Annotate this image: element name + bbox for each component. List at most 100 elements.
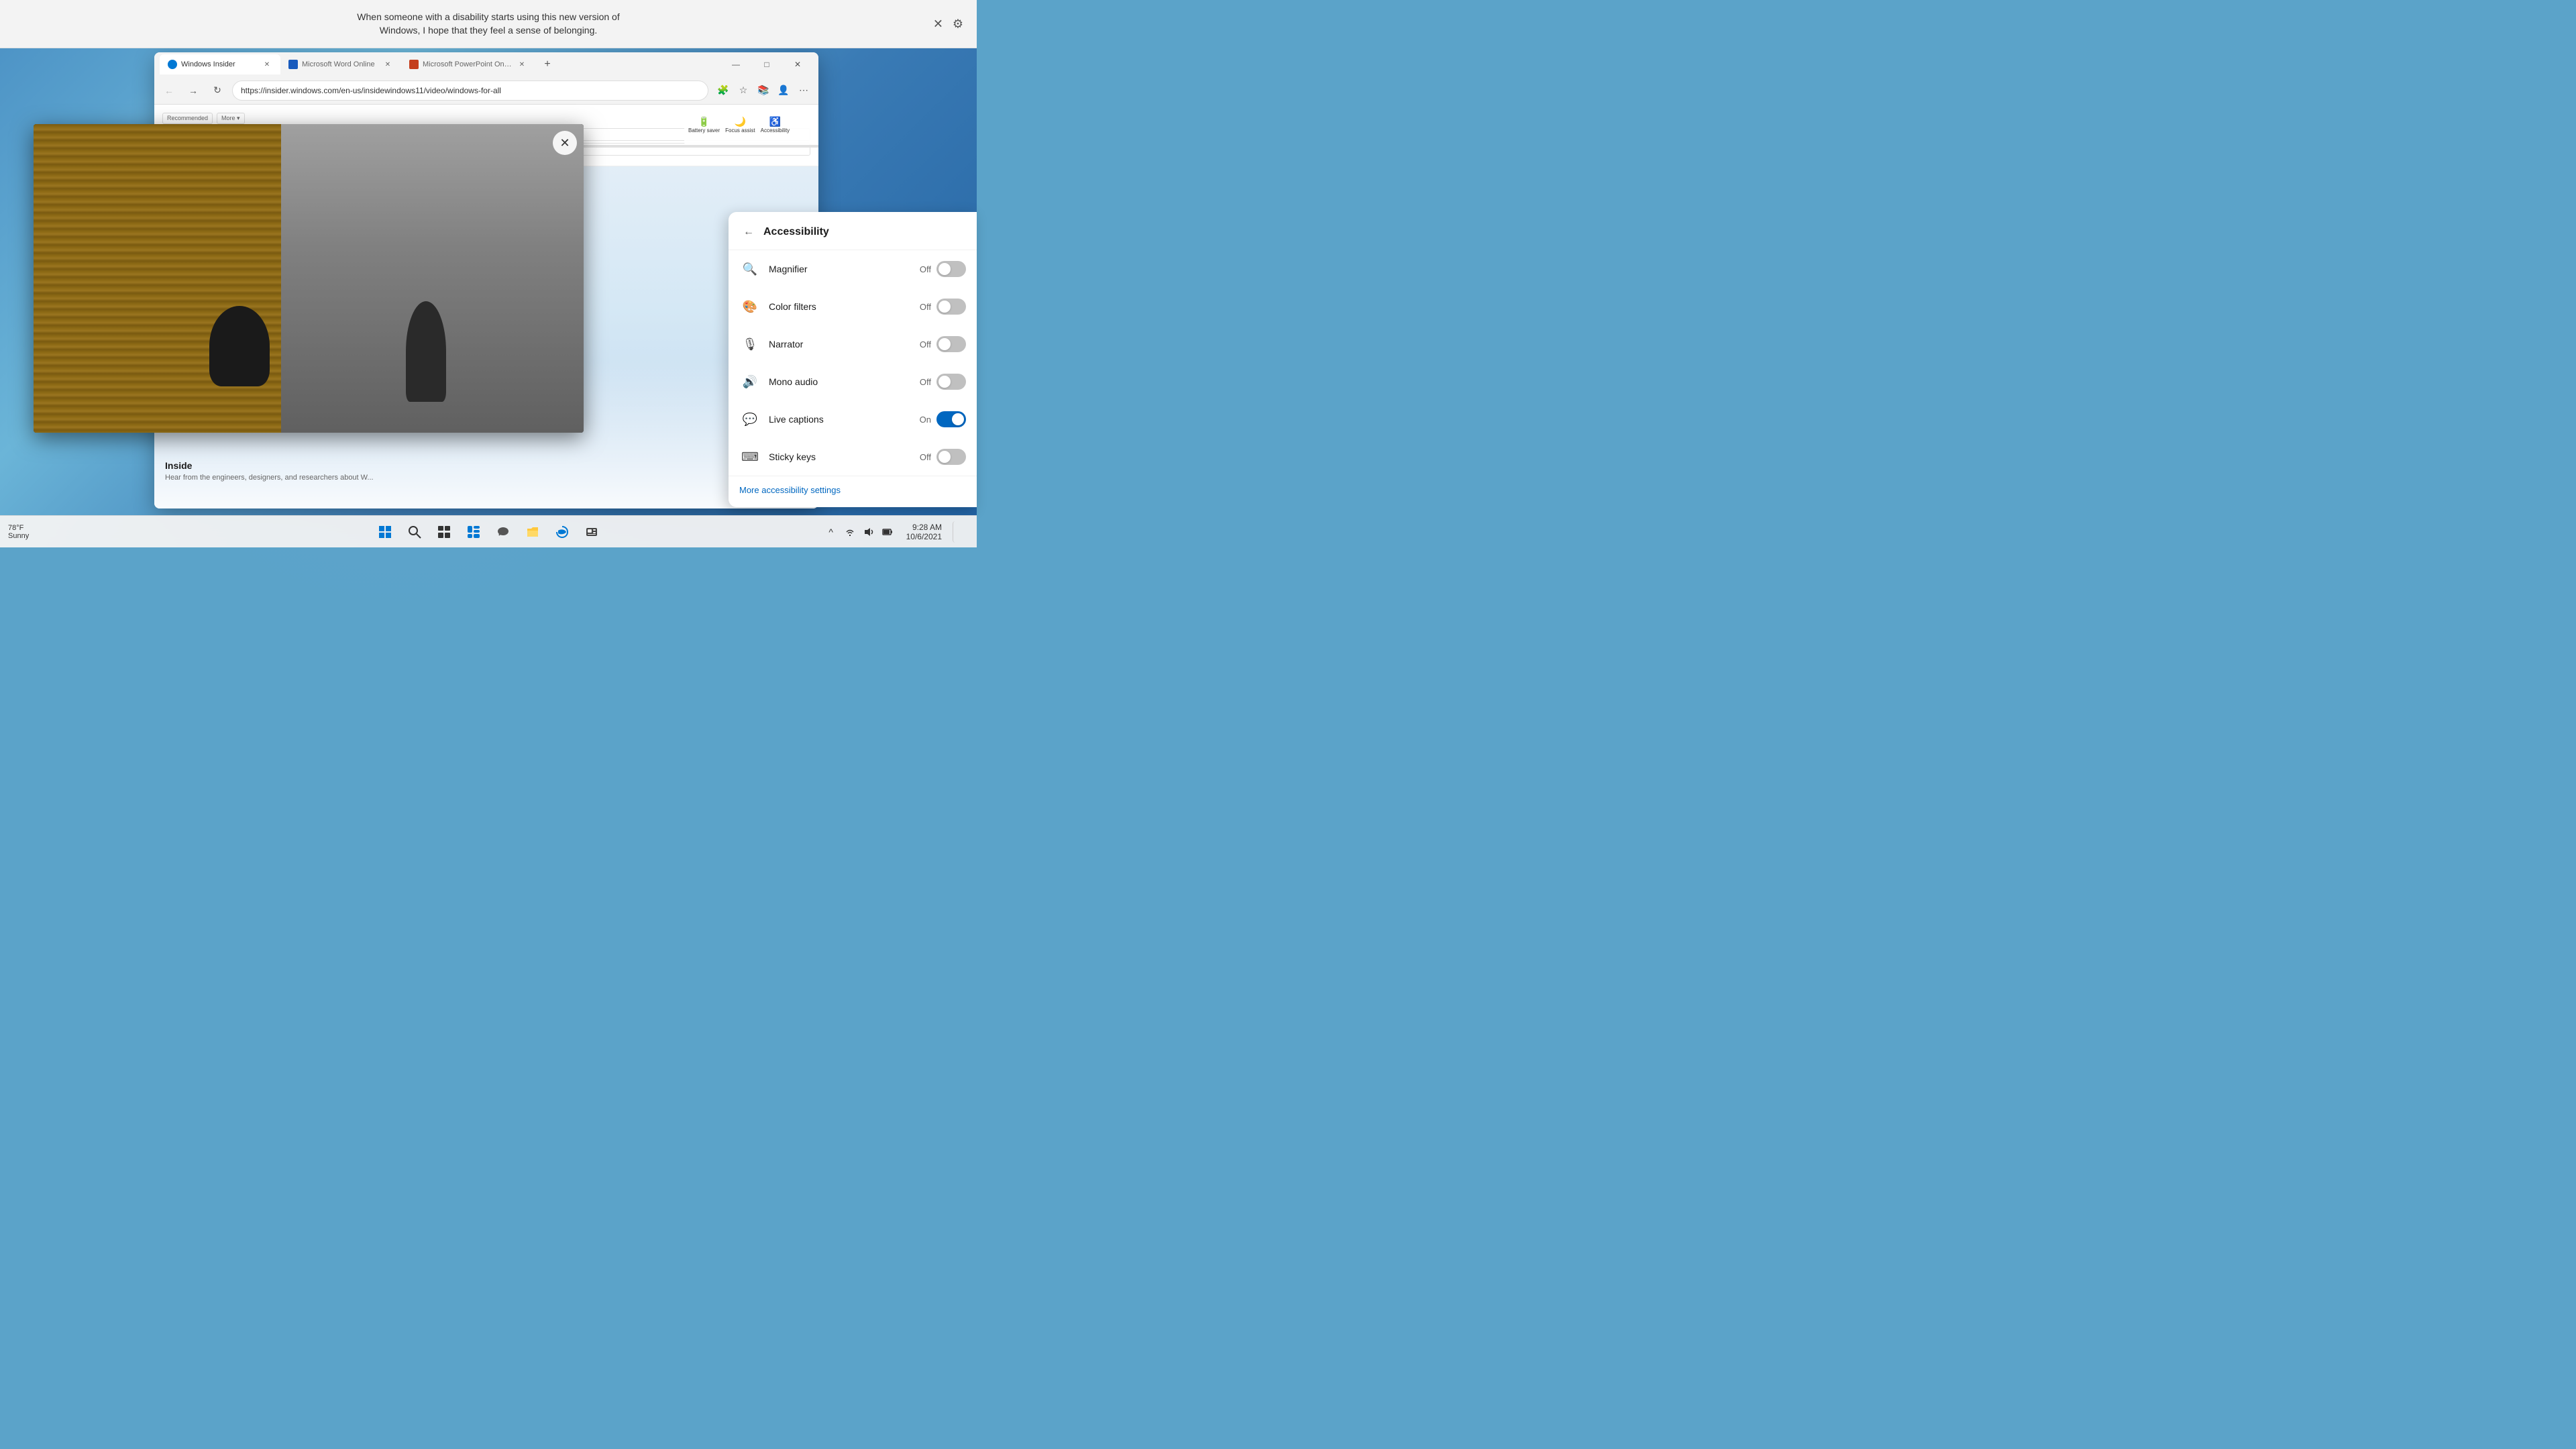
tray-expand-button[interactable]: ^ <box>823 524 839 540</box>
new-tab-button[interactable]: + <box>538 55 557 74</box>
browser-action-buttons: 🧩 ☆ 📚 👤 ⋯ <box>714 81 813 100</box>
tab-word[interactable]: Microsoft Word Online ✕ <box>280 54 401 74</box>
battery-icon[interactable] <box>879 524 896 540</box>
maximize-button[interactable]: □ <box>751 52 782 76</box>
window-close-button[interactable]: ✕ <box>782 52 813 76</box>
clock-display[interactable]: 9:28 AM 10/6/2021 <box>901 520 947 544</box>
search-button[interactable] <box>401 519 428 545</box>
narrator-toggle[interactable] <box>936 336 966 352</box>
mono-audio-status: Off <box>920 377 931 387</box>
clock-time: 9:28 AM <box>906 523 942 532</box>
notification-bar: When someone with a disability starts us… <box>0 0 977 48</box>
panel-item-color-filters[interactable]: 🎨 Color filters Off <box>729 288 977 325</box>
news-button[interactable] <box>578 519 605 545</box>
quick-settings-panel: ← Accessibility 🔍 Magnifier Off 🎨 Color … <box>729 212 977 507</box>
sticky-keys-toggle-thumb <box>938 451 951 463</box>
tab-label-word: Microsoft Word Online <box>302 60 378 68</box>
person-wheelchair-silhouette <box>209 306 270 386</box>
file-explorer-button[interactable] <box>519 519 546 545</box>
notification-close-button[interactable]: ✕ <box>933 17 943 31</box>
tab-close-insider[interactable]: ✕ <box>262 59 272 70</box>
weather-info[interactable]: 78°F Sunny <box>8 524 29 540</box>
file-explorer-icon <box>526 525 539 539</box>
tab-favicon-insider <box>168 60 177 69</box>
panel-item-mono-audio[interactable]: 🔊 Mono audio Off <box>729 363 977 400</box>
tab-label-insider: Windows Insider <box>181 60 258 68</box>
tab-close-ppt[interactable]: ✕ <box>517 59 527 70</box>
widgets-button[interactable] <box>460 519 487 545</box>
menu-button[interactable]: ⋯ <box>794 81 813 100</box>
show-desktop-button[interactable] <box>953 521 969 543</box>
tab-ppt[interactable]: Microsoft PowerPoint Online ✕ <box>401 54 535 74</box>
start-button[interactable] <box>372 519 398 545</box>
search-taskbar-icon <box>408 525 421 539</box>
tab-favicon-ppt <box>409 60 419 69</box>
panel-item-magnifier[interactable]: 🔍 Magnifier Off <box>729 250 977 288</box>
widgets-icon <box>467 525 480 539</box>
task-view-icon <box>437 525 451 539</box>
magnifier-label: Magnifier <box>769 264 920 274</box>
live-captions-toggle-thumb <box>952 413 964 425</box>
video-wood-wall <box>34 124 281 433</box>
refresh-button[interactable]: ↻ <box>208 81 227 100</box>
live-captions-status: On <box>920 415 931 425</box>
edge-browser-button[interactable] <box>549 519 576 545</box>
extensions-button[interactable]: 🧩 <box>714 81 733 100</box>
chat-icon <box>496 525 510 539</box>
minimize-button[interactable]: — <box>720 52 751 76</box>
notification-settings-icon[interactable]: ⚙ <box>953 17 963 31</box>
color-filters-toggle-thumb <box>938 301 951 313</box>
network-icon[interactable] <box>842 524 858 540</box>
panel-title: Accessibility <box>763 226 829 238</box>
magnifier-toggle[interactable] <box>936 261 966 277</box>
narrator-icon: 🎙 <box>739 333 761 355</box>
back-button[interactable]: ← <box>160 81 178 100</box>
volume-icon[interactable] <box>861 524 877 540</box>
mono-audio-toggle[interactable] <box>936 374 966 390</box>
profile-button[interactable]: 👤 <box>774 81 793 100</box>
color-filters-status: Off <box>920 302 931 312</box>
live-captions-toggle[interactable] <box>936 411 966 427</box>
taskbar-left: 78°F Sunny <box>0 524 42 540</box>
chat-button[interactable] <box>490 519 517 545</box>
color-filters-toggle[interactable] <box>936 299 966 315</box>
color-filters-label: Color filters <box>769 301 920 312</box>
tab-close-word[interactable]: ✕ <box>382 59 393 70</box>
favorites-button[interactable]: ☆ <box>734 81 753 100</box>
panel-back-button[interactable]: ← <box>739 223 758 241</box>
address-input[interactable]: https://insider.windows.com/en-us/inside… <box>232 80 708 101</box>
task-view-button[interactable] <box>431 519 458 545</box>
color-filters-icon: 🎨 <box>739 296 761 317</box>
mono-audio-label: Mono audio <box>769 376 920 387</box>
browser-titlebar: Windows Insider ✕ Microsoft Word Online … <box>154 52 818 76</box>
speaker-icon <box>863 527 874 537</box>
taskbar-right: ^ <box>815 520 977 544</box>
forward-button[interactable]: → <box>184 81 203 100</box>
panel-item-live-captions[interactable]: 💬 Live captions On <box>729 400 977 438</box>
system-tray: ^ <box>823 524 896 540</box>
taskbar: 78°F Sunny <box>0 515 977 547</box>
panel-item-narrator[interactable]: 🎙 Narrator Off <box>729 325 977 363</box>
weather-condition: Sunny <box>8 532 29 540</box>
video-close-button[interactable]: ✕ <box>553 131 577 155</box>
narrator-status: Off <box>920 339 931 350</box>
panel-item-sticky-keys[interactable]: ⌨ Sticky keys Off <box>729 438 977 476</box>
tab-insider[interactable]: Windows Insider ✕ <box>160 54 280 74</box>
tab-label-ppt: Microsoft PowerPoint Online <box>423 60 513 68</box>
more-accessibility-settings-link[interactable]: More accessibility settings <box>739 485 841 495</box>
clock-date: 10/6/2021 <box>906 532 942 541</box>
weather-temp: 78°F <box>8 524 29 532</box>
windows-logo-icon <box>378 525 392 539</box>
sticky-keys-icon: ⌨ <box>739 446 761 468</box>
sticky-keys-toggle[interactable] <box>936 449 966 465</box>
sticky-keys-label: Sticky keys <box>769 451 920 462</box>
sticky-keys-status: Off <box>920 452 931 462</box>
narrator-label: Narrator <box>769 339 920 350</box>
insider-title: Inside <box>165 460 374 471</box>
wifi-icon <box>845 527 855 537</box>
battery-svg-icon <box>882 527 893 537</box>
taskbar-center <box>372 519 605 545</box>
magnifier-icon: 🔍 <box>739 258 761 280</box>
panel-footer: More accessibility settings <box>729 476 977 507</box>
collections-button[interactable]: 📚 <box>754 81 773 100</box>
